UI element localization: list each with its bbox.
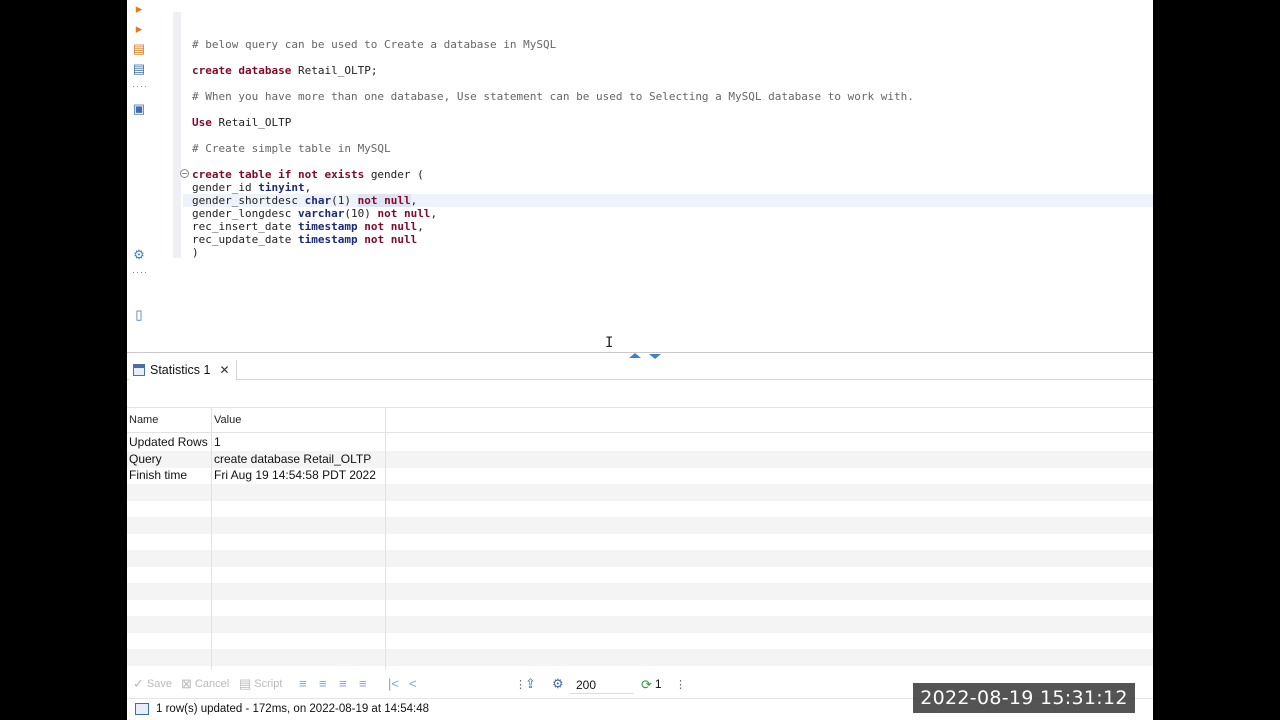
refresh-count: 1 [654,677,662,691]
save-label: Save [146,677,172,690]
code-line: gender_shortdesc char(1) not null, [192,194,418,207]
first-page-button[interactable]: |< [388,677,399,690]
table-row [127,648,1153,666]
video-timestamp-overlay: 2022-08-19 15:31:12 [913,683,1135,713]
table-row [127,533,1153,550]
refresh-button[interactable]: ⟳ 1 [641,677,662,691]
code-line: create table if not exists gender ( [192,168,424,181]
table-row [127,632,1153,649]
restore-editor-icon[interactable] [649,354,661,359]
fold-toggle-icon[interactable]: − [180,169,189,178]
table-row [127,549,1153,567]
cell-value[interactable]: 1 [214,435,221,449]
dbeaver-window: ▸ ▸ ▤ ▤ ···· ▣ ⚙ ···· ▯ − # below query … [127,0,1153,720]
code-line: # below query can be used to Create a da… [192,38,557,51]
cancel-label: Cancel [194,677,230,690]
copy-row-icon: ≡ [339,676,347,691]
code-line: # Create simple table in MySQL [192,142,391,155]
results-tab-bar: Statistics 1 ✕ [127,360,1153,380]
delete-row-icon: ≡ [359,676,367,691]
cell-value[interactable]: create database Retail_OLTP [214,452,371,466]
results-filter-bar [127,380,1153,408]
table-row [127,599,1153,616]
previous-page-icon: < [409,676,417,691]
edit-row-icon: ≡ [299,676,307,691]
cell-value[interactable]: Fri Aug 19 14:54:58 PDT 2022 [214,468,376,482]
maximize-results-icon[interactable] [629,353,641,358]
table-row[interactable]: Finish time Fri Aug 19 14:54:58 PDT 2022 [127,467,1153,484]
script-icon: ▤ [239,676,252,691]
edit-row-button[interactable]: ≡ [299,677,307,690]
code-line: rec_update_date timestamp not null [192,233,418,246]
code-line: ) [192,246,199,259]
table-icon [133,364,145,376]
save-button[interactable]: ✓ Save [133,677,172,690]
column-header-value[interactable]: Value [214,414,241,426]
close-tab-icon[interactable]: ✕ [219,363,229,377]
column-divider [211,408,212,670]
export-button[interactable]: ⇪ [525,677,536,690]
add-row-icon: ≡ [319,676,327,691]
tab-label: Statistics 1 [150,363,211,377]
statistics-grid: Name Value Updated Rows 1 Query create data… [127,408,1153,670]
check-circle-icon: ✓ [133,676,144,691]
editor-gutter [173,12,181,258]
tab-statistics[interactable]: Statistics 1 ✕ [129,360,237,380]
table-row [127,566,1153,583]
table-row[interactable]: Query create database Retail_OLTP [127,450,1153,468]
code-line: Use Retail_OLTP [192,116,292,129]
delete-row-button[interactable]: ≡ [359,677,367,690]
table-row [127,516,1153,534]
status-message: 1 row(s) updated - 172ms, on 2022-08-19 … [156,703,429,715]
sql-editor[interactable]: − # below query can be used to Create a … [127,0,1153,352]
text-cursor-icon: I [605,335,614,351]
column-header-name[interactable]: Name [129,414,158,426]
code-line: gender_longdesc varchar(10) not null, [192,207,438,220]
column-divider [385,408,386,670]
refresh-icon: ⟳ [641,676,652,692]
result-info-icon [135,703,149,715]
code-line: rec_insert_date timestamp not null, [192,220,424,233]
previous-page-button[interactable]: < [409,677,417,690]
copy-row-button[interactable]: ≡ [339,677,347,690]
first-page-icon: |< [388,676,399,691]
script-button[interactable]: ▤ Script [239,677,282,690]
cancel-icon: ⊠ [181,676,192,691]
fetch-settings-button[interactable]: ⚙ [552,677,564,690]
add-row-button[interactable]: ≡ [319,677,327,690]
table-row [127,615,1153,633]
code-line: # When you have more than one database, … [192,90,914,103]
cell-name[interactable]: Finish time [129,468,187,482]
table-row [127,500,1153,517]
code-line: create database Retail_OLTP; [192,64,378,77]
cancel-button[interactable]: ⊠ Cancel [181,677,229,690]
cell-name[interactable]: Query [129,452,162,466]
gear-icon: ⚙ [552,676,564,691]
toolbar-separator: ⋮ [675,679,686,691]
table-row [127,582,1153,600]
export-icon: ⇪ [525,676,536,691]
table-row [127,483,1153,501]
cell-name[interactable]: Updated Rows [129,435,208,449]
fetch-size-input[interactable] [570,676,634,694]
code-line: gender_id tinyint, [192,181,312,194]
script-label: Script [254,677,283,690]
grid-header: Name Value [127,408,1153,433]
table-row[interactable]: Updated Rows 1 [127,434,1153,451]
